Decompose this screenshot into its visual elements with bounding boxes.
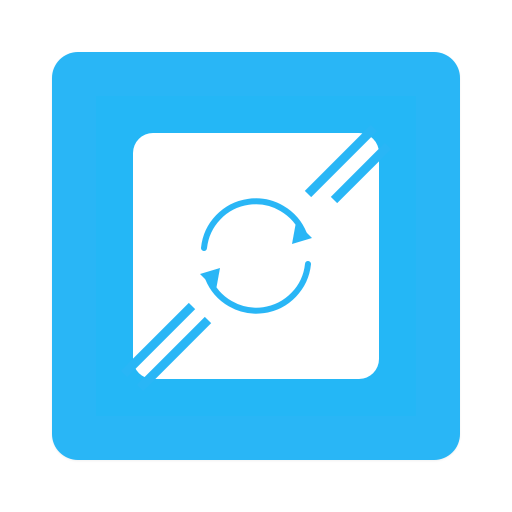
white-frame [133, 133, 379, 379]
icon-canvas [0, 0, 512, 512]
sync-frame-icon [96, 96, 416, 416]
app-icon[interactable] [52, 52, 460, 460]
